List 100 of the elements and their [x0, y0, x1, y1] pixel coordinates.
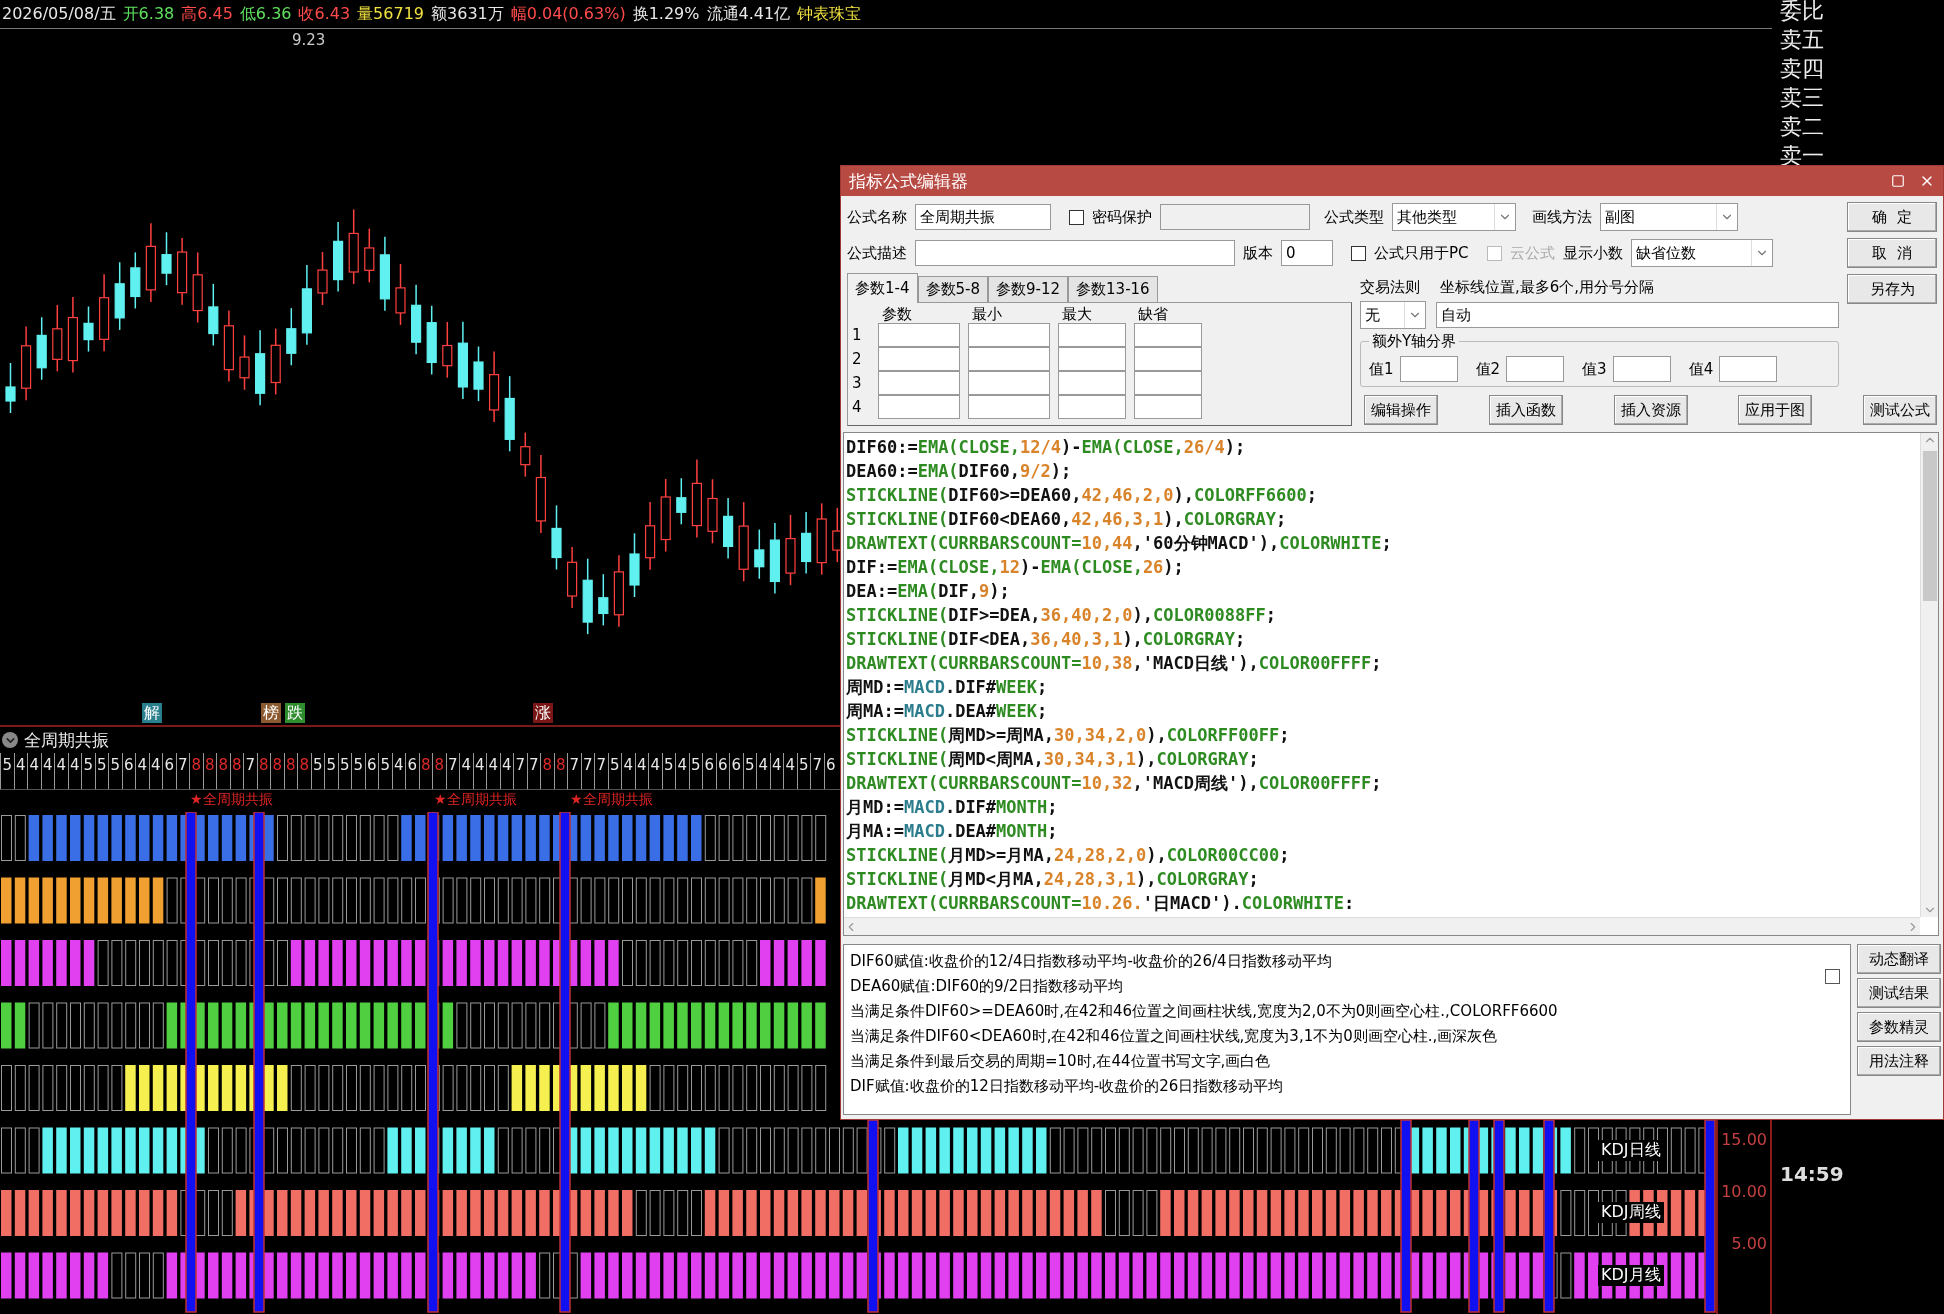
count-cell: 4	[54, 753, 68, 789]
count-cell: 4	[472, 753, 486, 789]
action-button[interactable]: 插入资源	[1613, 395, 1688, 425]
count-cell: 8	[216, 753, 230, 789]
count-cell: 8	[540, 753, 554, 789]
code-editor[interactable]	[843, 432, 1939, 936]
param-tab[interactable]: 参数9-12	[988, 276, 1069, 302]
field-label: 值2	[1475, 359, 1501, 379]
event-marker: 涨	[533, 703, 553, 723]
action-button[interactable]: 编辑操作	[1364, 395, 1438, 425]
name-field[interactable]: 全周期共振	[915, 204, 1051, 230]
count-cell: 4	[621, 753, 635, 789]
param-tab[interactable]: 参数1-4	[847, 273, 918, 303]
count-cell: 8	[553, 753, 567, 789]
param-input[interactable]	[968, 395, 1050, 419]
translation-line: DEA60赋值:DIF60的9/2日指数移动平均	[850, 976, 1124, 997]
code-line: 月MA:=MACD.DEA#MONTH;	[846, 820, 1059, 843]
count-cell: 4	[499, 753, 513, 789]
code-line: STICKLINE(周MD>=周MA,30,34,2,0),COLORFF00FF;	[846, 724, 1291, 747]
param-input[interactable]	[1058, 371, 1126, 395]
vertical-scrollbar[interactable]	[1920, 433, 1938, 917]
maximize-icon[interactable]	[1891, 174, 1905, 188]
checkbox[interactable]	[1351, 245, 1366, 261]
count-cell: 5	[607, 753, 621, 789]
row-number: 1	[852, 325, 863, 346]
count-cell: 5	[378, 753, 392, 789]
value-input[interactable]	[1506, 356, 1565, 382]
side-button[interactable]: 参数精灵	[1857, 1012, 1941, 1042]
code-line: 周MA:=MACD.DEA#WEEK;	[846, 700, 1049, 723]
count-cell: 5	[688, 753, 702, 789]
side-button[interactable]: 动态翻译	[1857, 944, 1941, 974]
quote-text: 开6.38	[122, 3, 175, 25]
collapse-icon[interactable]	[2, 732, 18, 748]
dialog-button[interactable]: 另存为	[1847, 274, 1937, 304]
order-book-label: 卖二	[1780, 113, 1825, 141]
param-tab[interactable]: 参数13-16	[1068, 276, 1158, 302]
count-cell: 8	[270, 753, 284, 789]
count-cell: 7	[594, 753, 608, 789]
order-book-label: 卖四	[1780, 55, 1825, 83]
quote-text: 高6.45	[181, 3, 233, 25]
param-input[interactable]	[878, 371, 960, 395]
side-button[interactable]: 测试结果	[1857, 978, 1941, 1008]
column-header: 参数	[881, 305, 913, 323]
count-cell: 4	[648, 753, 662, 789]
param-input[interactable]	[968, 347, 1050, 371]
group-title: 额外Y轴分界	[1369, 332, 1460, 351]
action-button[interactable]: 测试公式	[1863, 395, 1937, 425]
indicator-title: 全周期共振	[24, 728, 109, 752]
quote-text: 流通4.41亿	[706, 3, 791, 25]
dialog-button[interactable]: 取 消	[1847, 238, 1937, 268]
count-cell: 4	[756, 753, 770, 789]
draw-method-dropdown[interactable]: 副图	[1600, 203, 1738, 231]
count-cell: 7	[513, 753, 527, 789]
field-label: 值1	[1369, 359, 1394, 379]
value-input[interactable]	[1719, 356, 1778, 382]
decimals-dropdown[interactable]: 缺省位数	[1630, 239, 1773, 267]
param-input[interactable]	[878, 347, 960, 371]
param-input[interactable]	[1058, 323, 1126, 347]
checkbox[interactable]	[1069, 209, 1084, 225]
param-tab[interactable]: 参数5-8	[917, 276, 988, 302]
param-input[interactable]	[878, 395, 960, 419]
scroll-thumb[interactable]	[1922, 451, 1937, 601]
trade-rule-dropdown[interactable]: 无	[1360, 301, 1426, 329]
count-cell: 7	[580, 753, 594, 789]
param-input[interactable]	[1134, 395, 1202, 419]
value-input[interactable]	[1612, 356, 1671, 382]
axis-tick-label: 15.00	[1721, 1130, 1767, 1149]
param-input[interactable]	[1134, 371, 1202, 395]
param-input[interactable]	[968, 323, 1050, 347]
field-label: 版本	[1243, 243, 1273, 263]
param-input[interactable]	[968, 371, 1050, 395]
side-button[interactable]: 用法注释	[1857, 1046, 1941, 1076]
dialog-button[interactable]: 确 定	[1847, 202, 1937, 232]
event-marker: 解	[142, 703, 162, 723]
description-field[interactable]	[915, 240, 1235, 266]
translation-line: 当满足条件DIF60<DEA60时,在42和46位置之间画柱状线,宽度为3,1不为0则画空心柱.,画深灰色	[850, 1026, 1498, 1047]
horizontal-scrollbar[interactable]	[844, 917, 1920, 935]
action-button[interactable]: 插入函数	[1488, 395, 1563, 425]
param-input[interactable]	[878, 323, 960, 347]
param-input[interactable]	[1058, 347, 1126, 371]
value-input[interactable]	[1399, 356, 1458, 382]
axis-lines-field[interactable]: 自动	[1436, 302, 1839, 328]
count-cell: 7	[445, 753, 459, 789]
field-label: 画线方法	[1532, 207, 1592, 227]
count-cell: 5	[81, 753, 95, 789]
formula-type-dropdown[interactable]: 其他类型	[1392, 203, 1516, 231]
checkbox[interactable]	[1825, 969, 1840, 984]
count-cell: 6	[702, 753, 716, 789]
param-input[interactable]	[1058, 395, 1126, 419]
param-input[interactable]	[1134, 323, 1202, 347]
count-cell: 4	[148, 753, 162, 789]
code-line: STICKLINE(月MD<月MA,24,28,3,1),COLORGRAY;	[846, 868, 1260, 891]
version-field[interactable]: 0	[1281, 240, 1333, 266]
count-cell: 8	[189, 753, 203, 789]
code-line: DIF60:=EMA(CLOSE,12/4)-EMA(CLOSE,26/4);	[846, 436, 1247, 459]
param-input[interactable]	[1134, 347, 1202, 371]
action-button[interactable]: 应用于图	[1738, 395, 1813, 425]
password-field[interactable]	[1160, 204, 1310, 230]
count-cell: 5	[108, 753, 122, 789]
count-cell: 4	[634, 753, 648, 789]
